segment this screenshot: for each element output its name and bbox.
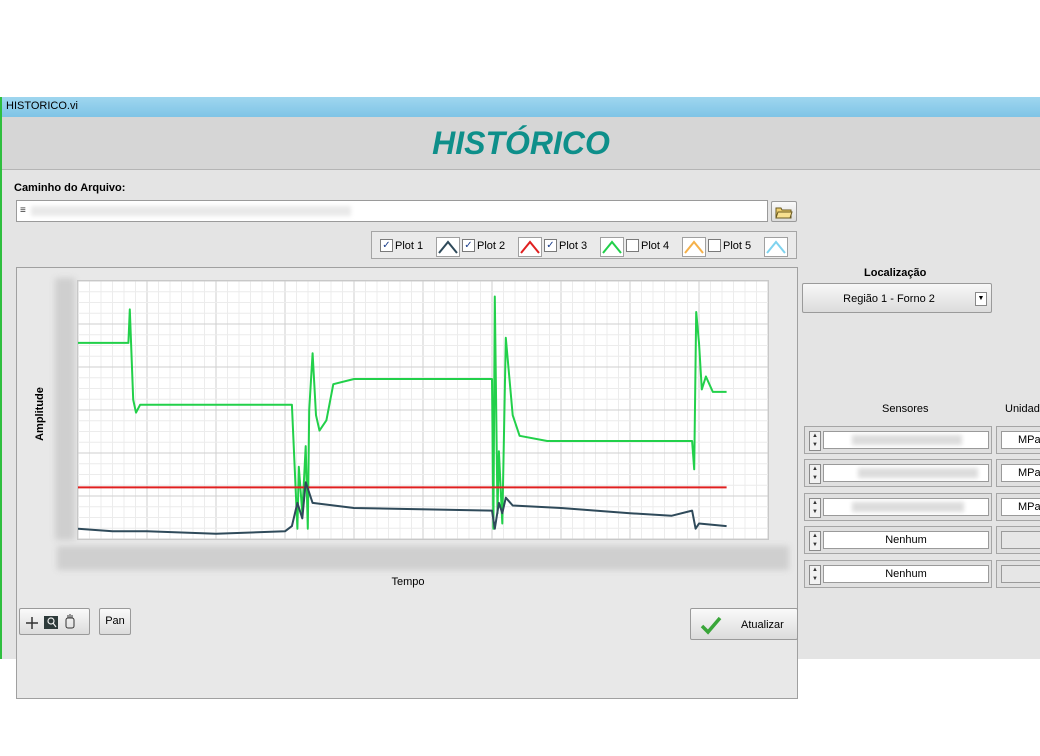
sensor-3-field[interactable] <box>823 498 989 516</box>
sensor-2-spin-icon[interactable]: ▲ ▼ <box>809 464 821 484</box>
series-line-plot-1 <box>78 481 727 535</box>
plot-2-swatch[interactable] <box>518 237 542 257</box>
sensor-row-2: ▲ ▼ <box>804 459 992 487</box>
file-path-input[interactable]: ≡ <box>16 200 768 222</box>
sensor-4-spin-icon[interactable]: ▲ ▼ <box>809 531 821 551</box>
unit-3-field[interactable]: MPa <box>1001 498 1040 516</box>
sensor-2-name-redacted <box>858 468 978 478</box>
window-title: HISTORICO.vi <box>6 100 78 112</box>
waveform-graph: Amplitude Tempo <box>16 267 798 699</box>
refresh-label: Atualizar <box>741 619 784 631</box>
plot-1-label: Plot 1 <box>395 240 424 252</box>
unit-row-5 <box>996 560 1040 588</box>
page-title: HISTÓRICO <box>432 125 610 161</box>
browse-button[interactable] <box>771 201 797 222</box>
y-axis-label: Amplitude <box>34 387 46 441</box>
sensor-1-name-redacted <box>852 435 962 445</box>
plot-5-checkbox[interactable] <box>708 239 721 252</box>
plot-1-swatch[interactable] <box>436 237 460 257</box>
file-path-label: Caminho do Arquivo: <box>14 182 126 194</box>
plot-2-line-icon <box>520 240 540 254</box>
plot-1-line-icon <box>438 240 458 254</box>
sensor-row-3: ▲ ▼ <box>804 493 992 521</box>
plot-3-line-icon <box>602 240 622 254</box>
unit-row-2: MPa <box>996 459 1040 487</box>
plot-4-checkbox[interactable] <box>626 239 639 252</box>
location-selected-value: Região 1 - Forno 2 <box>843 293 935 305</box>
plot-5-line-icon <box>766 240 786 254</box>
pan-hand-icon <box>65 614 75 629</box>
unit-row-3: MPa <box>996 493 1040 521</box>
zoom-icon <box>44 616 58 629</box>
plot-4-line-icon <box>684 240 704 254</box>
sensor-row-1: ▲ ▼ <box>804 426 992 454</box>
sensor-5-spin-icon[interactable]: ▲ ▼ <box>809 565 821 585</box>
plot-2-checkbox[interactable]: ✓ <box>462 239 475 252</box>
x-tick-labels-redacted <box>57 546 789 570</box>
unit-5-field[interactable] <box>1001 565 1040 583</box>
unit-2-field[interactable]: MPa <box>1001 464 1040 482</box>
unit-4-field[interactable] <box>1001 531 1040 549</box>
x-axis-label: Tempo <box>391 576 425 588</box>
location-label: Localização <box>864 267 927 279</box>
sensors-label: Sensores <box>882 403 929 415</box>
sensor-2-field[interactable] <box>823 464 989 482</box>
sensor-3-spin-icon[interactable]: ▲ ▼ <box>809 498 821 518</box>
graph-palette[interactable] <box>19 608 90 635</box>
labview-window: HISTORICO.vi HISTÓRICO Caminho do Arquiv… <box>0 97 1040 699</box>
sensor-row-5: ▲ ▼ Nenhum <box>804 560 992 588</box>
plot-3-swatch[interactable] <box>600 237 624 257</box>
plot-area[interactable] <box>77 280 769 540</box>
plot-3-checkbox[interactable]: ✓ <box>544 239 557 252</box>
unit-row-4 <box>996 526 1040 554</box>
plot-4-label: Plot 4 <box>641 240 670 252</box>
chevron-down-icon[interactable]: ▼ <box>975 292 987 306</box>
sensor-1-field[interactable] <box>823 431 989 449</box>
sensor-1-spin-icon[interactable]: ▲ ▼ <box>809 431 821 451</box>
plot-5-label: Plot 5 <box>723 240 752 252</box>
unit-1-field[interactable]: MPa <box>1001 431 1040 449</box>
y-tick-labels-redacted <box>55 278 75 540</box>
location-select[interactable]: Região 1 - Forno 2 ▼ <box>802 283 992 313</box>
checkmark-icon <box>700 616 722 635</box>
path-icon: ≡ <box>20 205 26 216</box>
window-titlebar[interactable]: HISTORICO.vi <box>2 97 1040 117</box>
plot-4-swatch[interactable] <box>682 237 706 257</box>
refresh-button[interactable]: Atualizar <box>690 608 798 640</box>
series-line-plot-3 <box>78 295 727 530</box>
sensor-5-field[interactable]: Nenhum <box>823 565 989 583</box>
file-path-value-redacted <box>31 206 351 216</box>
header-band: HISTÓRICO <box>2 117 1040 170</box>
sensor-3-name-redacted <box>852 502 964 512</box>
plot-2-label: Plot 2 <box>477 240 506 252</box>
plot-1-checkbox[interactable]: ✓ <box>380 239 393 252</box>
plot-legend: ✓ Plot 1 ✓ Plot 2 ✓ Plot 3 Plot 4 Plot 5 <box>371 231 797 259</box>
plot-5-swatch[interactable] <box>764 237 788 257</box>
cursor-icon <box>26 617 38 629</box>
graph-tools-icons <box>26 614 75 629</box>
folder-icon <box>775 207 793 219</box>
sensor-row-4: ▲ ▼ Nenhum <box>804 526 992 554</box>
unit-row-1: MPa <box>996 426 1040 454</box>
units-label: Unidade <box>1005 403 1040 415</box>
sensor-4-field[interactable]: Nenhum <box>823 531 989 549</box>
pan-button[interactable]: Pan <box>99 608 131 635</box>
plot-3-label: Plot 3 <box>559 240 588 252</box>
